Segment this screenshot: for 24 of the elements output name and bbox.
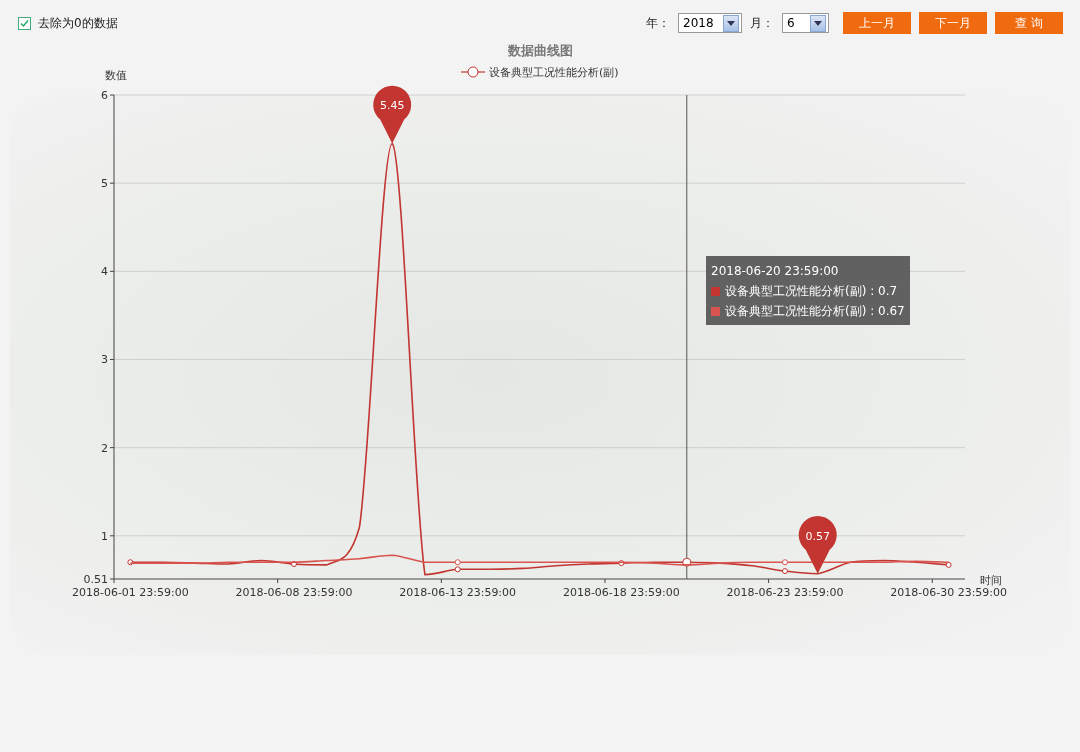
y-tick-label: 3 [101, 353, 108, 367]
x-tick-label: 2018-06-18 23:59:00 [562, 586, 680, 599]
tooltip-title: 2018-06-20 23:59:00 [711, 263, 840, 280]
y-tick-label: 5 [101, 177, 108, 191]
chart-title: 数据曲线图 [507, 43, 573, 58]
y-tick-label: 1 [101, 529, 108, 543]
pin-value: 5.45 [379, 99, 405, 113]
y-tick-label: 4 [101, 265, 108, 279]
x-axis-title: 时间 [980, 574, 1002, 587]
x-tick-label: 2018-06-30 23:59:00 [890, 586, 1008, 599]
x-tick-label: 2018-06-01 23:59:00 [71, 586, 189, 599]
x-tick-label: 2018-06-08 23:59:00 [235, 586, 353, 599]
year-label: 年： [646, 14, 670, 32]
y-axis-title: 数值 [105, 69, 127, 82]
y-tick-label: 0.51 [83, 573, 108, 586]
month-label: 月： [750, 14, 774, 32]
pin-value: 0.57 [805, 529, 830, 543]
y-tick-label: 6 [101, 89, 108, 102]
checkbox-label: 去除为0的数据 [38, 14, 118, 32]
x-tick-label: 2018-06-13 23:59:00 [399, 586, 517, 599]
tooltip-row-text: 设备典型工况性能分析(副) : 0.7 [725, 283, 898, 300]
x-tick-label: 2018-06-23 23:59:00 [726, 586, 844, 599]
y-tick-label: 2 [101, 441, 108, 455]
tooltip-row-text: 设备典型工况性能分析(副) : 0.67 [725, 303, 905, 320]
